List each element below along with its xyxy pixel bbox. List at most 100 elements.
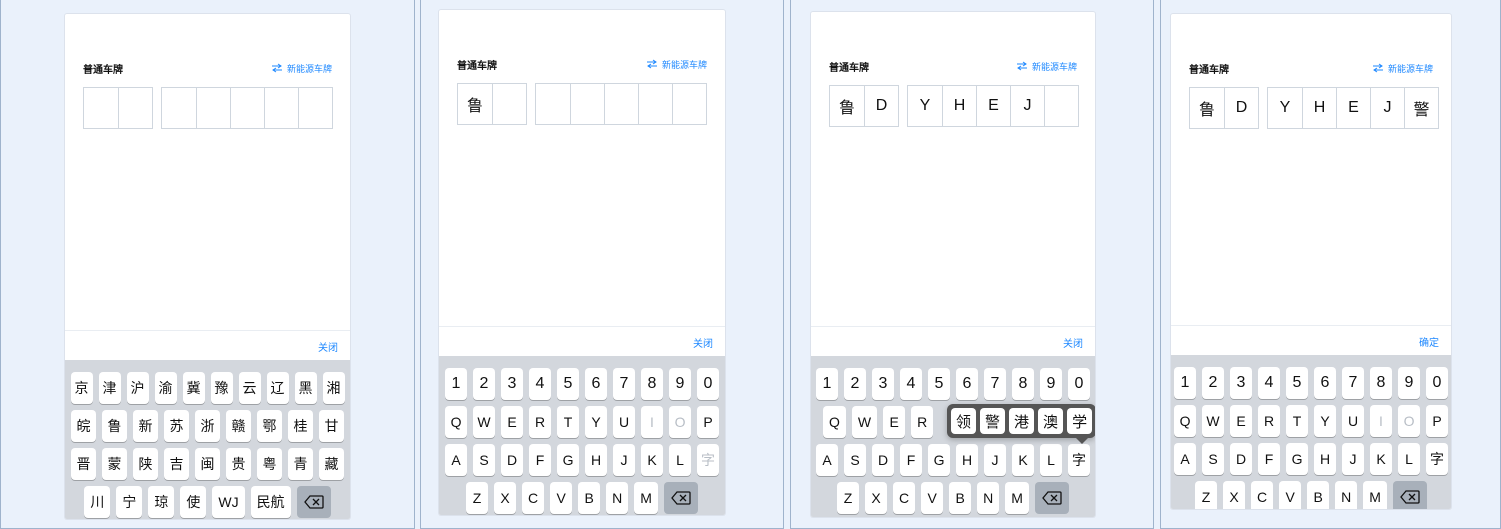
key[interactable]: V	[550, 482, 573, 514]
key[interactable]: L	[1398, 443, 1420, 475]
key[interactable]: B	[578, 482, 601, 514]
key[interactable]: G	[928, 444, 950, 476]
plate-cell[interactable]	[570, 84, 604, 124]
key[interactable]: 云	[238, 372, 261, 404]
key[interactable]: 6	[585, 368, 607, 400]
key[interactable]: 4	[529, 368, 551, 400]
popover-key[interactable]: 领	[951, 408, 977, 434]
plate-cell[interactable]: Y	[1268, 88, 1302, 128]
plate-cell[interactable]	[1044, 86, 1078, 126]
key[interactable]: S	[1202, 443, 1224, 475]
key[interactable]: I	[1370, 405, 1392, 437]
key[interactable]: 津	[98, 372, 121, 404]
key[interactable]: 2	[473, 368, 495, 400]
key[interactable]: 使	[180, 486, 207, 518]
close-keyboard-button[interactable]: 关闭	[1063, 335, 1083, 350]
plate-number-input[interactable]	[83, 87, 333, 129]
key[interactable]: 1	[445, 368, 467, 400]
key[interactable]: F	[1258, 443, 1280, 475]
plate-number-group[interactable]	[161, 87, 333, 129]
plate-cell[interactable]	[638, 84, 672, 124]
plate-cell[interactable]: 鲁	[458, 84, 492, 124]
key[interactable]: 宁	[116, 486, 143, 518]
key[interactable]: B	[1307, 481, 1330, 509]
backspace-button[interactable]	[296, 486, 331, 518]
key[interactable]: 3	[501, 368, 523, 400]
close-keyboard-button[interactable]: 关闭	[693, 335, 713, 350]
key[interactable]: 1	[816, 368, 838, 400]
key[interactable]: F	[900, 444, 922, 476]
key[interactable]: M	[1005, 482, 1029, 514]
popover-key[interactable]: 警	[980, 408, 1006, 434]
key[interactable]: G	[1286, 443, 1308, 475]
key[interactable]: 辽	[266, 372, 289, 404]
backspace-button[interactable]	[663, 482, 698, 514]
key[interactable]: 5	[1286, 367, 1308, 399]
key[interactable]: J	[984, 444, 1006, 476]
key[interactable]: T	[557, 406, 579, 438]
key[interactable]: 字	[1426, 443, 1448, 475]
key[interactable]: U	[613, 406, 635, 438]
key[interactable]: 1	[1174, 367, 1196, 399]
key[interactable]: 0	[1426, 367, 1448, 399]
key[interactable]: X	[865, 482, 888, 514]
key[interactable]: M	[1363, 481, 1387, 509]
key[interactable]: 9	[1040, 368, 1062, 400]
key[interactable]: N	[606, 482, 629, 514]
backspace-button[interactable]	[1034, 482, 1069, 514]
plate-cell[interactable]: J	[1010, 86, 1044, 126]
key[interactable]: 陕	[133, 448, 158, 480]
key[interactable]: E	[501, 406, 523, 438]
plate-cell[interactable]: Y	[908, 86, 942, 126]
key[interactable]: 吉	[164, 448, 189, 480]
key[interactable]: R	[911, 406, 934, 438]
plate-cell[interactable]: E	[1336, 88, 1370, 128]
key[interactable]: 7	[1342, 367, 1364, 399]
key[interactable]: Q	[445, 406, 467, 438]
key[interactable]: B	[949, 482, 972, 514]
plate-cell[interactable]: 鲁	[1190, 88, 1224, 128]
key[interactable]: 豫	[210, 372, 233, 404]
key[interactable]: K	[641, 444, 663, 476]
key[interactable]: W	[851, 406, 878, 438]
plate-number-input[interactable]: 鲁 D Y H E J 警	[1189, 87, 1439, 129]
plate-cell[interactable]: H	[942, 86, 976, 126]
plate-number-input[interactable]: 鲁 D Y H E J	[829, 85, 1079, 127]
key[interactable]: W	[473, 406, 495, 438]
plate-cell[interactable]	[492, 84, 526, 124]
key[interactable]: 川	[84, 486, 111, 518]
key[interactable]: D	[1230, 443, 1252, 475]
key[interactable]: 民航	[250, 486, 291, 518]
key[interactable]: Y	[585, 406, 607, 438]
key[interactable]: 4	[1258, 367, 1280, 399]
plate-number-group[interactable]	[535, 83, 707, 125]
key[interactable]: W	[1202, 405, 1224, 437]
key[interactable]: 8	[1370, 367, 1392, 399]
plate-cell[interactable]	[604, 84, 638, 124]
key[interactable]: 湘	[322, 372, 345, 404]
plate-province-group[interactable]: 鲁 D	[1189, 87, 1259, 129]
key[interactable]: H	[956, 444, 978, 476]
key[interactable]: 贵	[226, 448, 251, 480]
key[interactable]: 8	[1012, 368, 1034, 400]
key[interactable]: 桂	[288, 410, 313, 442]
plate-cell[interactable]: 警	[1404, 88, 1438, 128]
key[interactable]: U	[1342, 405, 1364, 437]
key[interactable]: 青	[288, 448, 313, 480]
key[interactable]: F	[529, 444, 551, 476]
plate-cell[interactable]	[118, 88, 152, 128]
plate-number-group[interactable]: Y H E J 警	[1267, 87, 1439, 129]
key[interactable]: D	[872, 444, 894, 476]
key[interactable]: E	[883, 406, 906, 438]
key[interactable]: Z	[1195, 481, 1218, 509]
key[interactable]: 蒙	[102, 448, 127, 480]
key[interactable]: 闽	[195, 448, 220, 480]
key[interactable]: Q	[823, 406, 846, 438]
key[interactable]: P	[1426, 405, 1448, 437]
key[interactable]: 赣	[226, 410, 251, 442]
key[interactable]: 粤	[257, 448, 282, 480]
backspace-button[interactable]	[1392, 481, 1427, 509]
key[interactable]: 6	[1314, 367, 1336, 399]
plate-cell[interactable]	[298, 88, 332, 128]
key[interactable]: 0	[697, 368, 719, 400]
